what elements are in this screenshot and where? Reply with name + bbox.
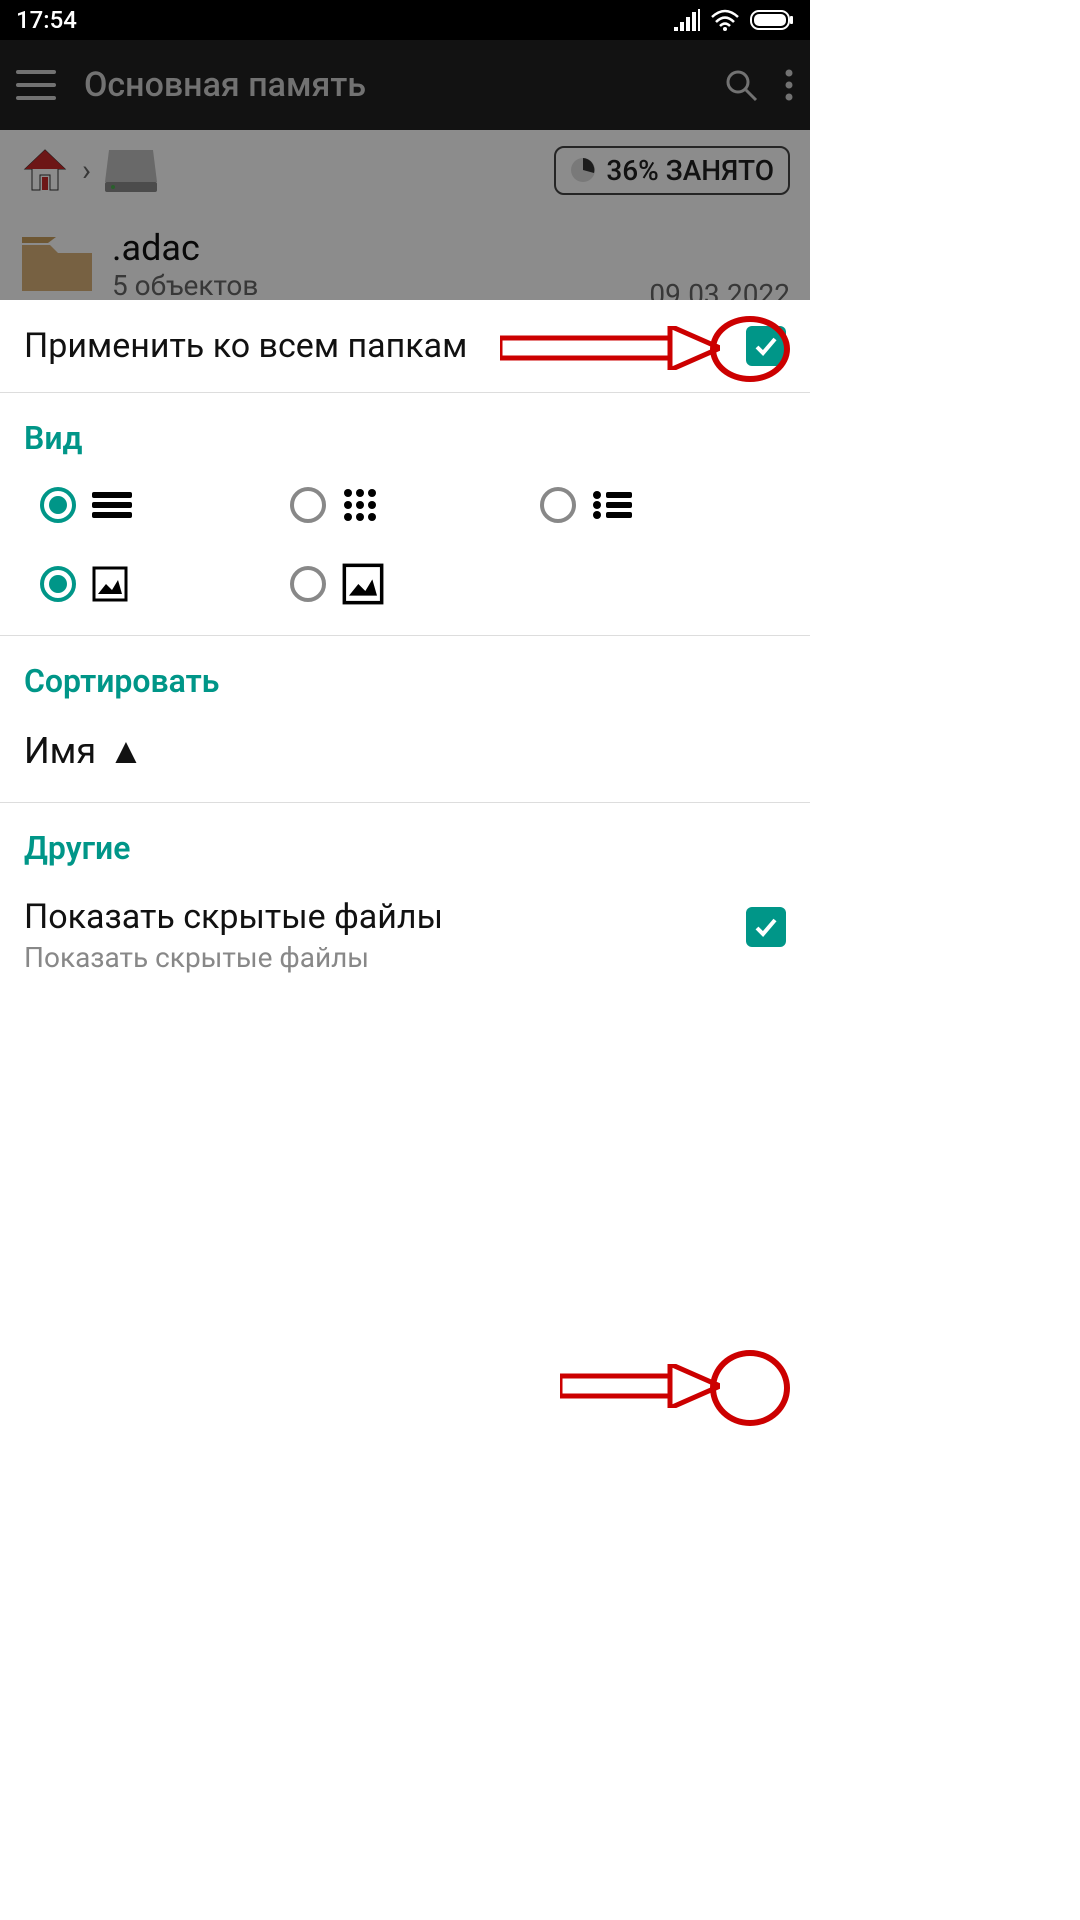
hidden-files-row[interactable]: Показать скрытые файлы Показать скрытые …: [0, 877, 810, 994]
wifi-icon: [710, 9, 740, 31]
status-icons: [674, 9, 794, 31]
hidden-files-title: Показать скрытые файлы: [24, 897, 746, 937]
pie-icon: [570, 157, 596, 183]
signal-icon: [674, 9, 700, 31]
app-bar: Основная память: [0, 40, 810, 130]
radio-selected[interactable]: [40, 566, 76, 602]
search-icon[interactable]: [724, 68, 758, 102]
view-option-list[interactable]: [40, 487, 270, 523]
status-time: 17:54: [16, 6, 674, 34]
grid-icon: [342, 487, 378, 523]
hidden-files-checkbox[interactable]: [746, 907, 786, 947]
status-bar: 17:54: [0, 0, 810, 40]
background-content: Основная память › 36% ЗАНЯТО .adac 5 объ…: [0, 40, 810, 340]
drive-icon[interactable]: [103, 146, 159, 194]
sort-value: Имя: [24, 730, 96, 772]
other-section-header: Другие: [0, 803, 810, 877]
menu-icon[interactable]: [16, 70, 56, 100]
radio-selected[interactable]: [40, 487, 76, 523]
view-option-thumb-large[interactable]: [290, 563, 520, 605]
more-icon[interactable]: [784, 68, 794, 102]
file-name: .adac: [112, 227, 631, 269]
view-option-detailed[interactable]: [540, 487, 770, 523]
detailed-list-icon: [592, 490, 632, 520]
view-radio-group: [0, 467, 810, 635]
apply-all-label: Применить ко всем папкам: [24, 326, 746, 366]
radio[interactable]: [540, 487, 576, 523]
hidden-files-sub: Показать скрытые файлы: [24, 941, 746, 974]
app-title: Основная память: [84, 65, 724, 105]
sort-section-header: Сортировать: [0, 636, 810, 710]
folder-icon: [20, 235, 94, 295]
breadcrumb: › 36% ЗАНЯТО: [0, 130, 810, 210]
home-icon[interactable]: [20, 145, 70, 195]
sort-direction-icon: ▲: [108, 730, 144, 772]
storage-usage-chip[interactable]: 36% ЗАНЯТО: [554, 146, 790, 195]
radio[interactable]: [290, 487, 326, 523]
sort-row[interactable]: Имя ▲: [0, 710, 810, 802]
view-option-grid[interactable]: [290, 487, 520, 523]
battery-icon: [750, 10, 794, 30]
radio[interactable]: [290, 566, 326, 602]
chevron-right-icon: ›: [82, 153, 91, 188]
thumb-large-icon: [342, 563, 384, 605]
list-icon: [92, 490, 132, 520]
apply-all-row[interactable]: Применить ко всем папкам: [0, 300, 810, 392]
view-section-header: Вид: [0, 393, 810, 467]
storage-usage-label: 36% ЗАНЯТО: [606, 154, 774, 187]
thumb-icon: [92, 566, 128, 602]
view-option-thumb-small[interactable]: [40, 563, 270, 605]
file-sub: 5 объектов: [112, 269, 631, 302]
apply-all-checkbox[interactable]: [746, 326, 786, 366]
view-options-sheet: Применить ко всем папкам Вид Сортиро: [0, 300, 810, 1440]
